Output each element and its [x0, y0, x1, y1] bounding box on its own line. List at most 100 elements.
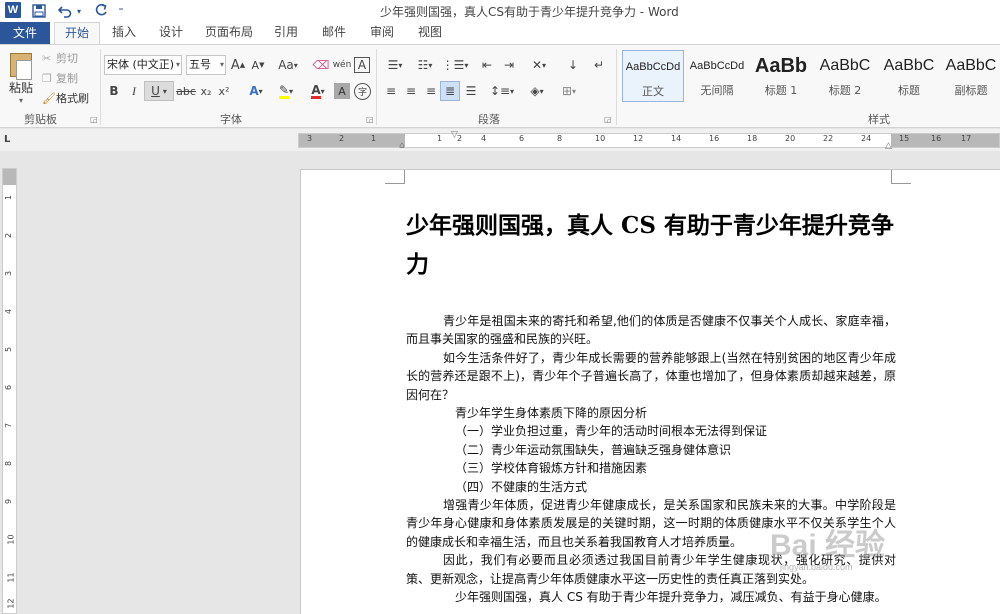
sort-icon[interactable]: ↓	[564, 55, 582, 75]
paragraph[interactable]: （二）青少年运动氛围缺失，普遍缺乏强身健体意识	[406, 441, 896, 459]
paragraph[interactable]: 青少年学生身体素质下降的原因分析	[406, 404, 896, 422]
shrink-font-button[interactable]: A ▼	[250, 55, 266, 75]
crop-mark	[891, 170, 911, 184]
strikethrough-icon: abc	[176, 84, 196, 98]
distributed-icon[interactable]: ☰	[462, 81, 480, 101]
tab-review[interactable]: 审阅	[362, 22, 402, 44]
tab-references[interactable]: 引用	[266, 22, 306, 44]
document-title[interactable]: 少年强则国强，真人 CS 有助于青少年提升竞争力	[406, 206, 896, 284]
hanging-indent-icon[interactable]: ⌂	[399, 141, 405, 151]
highlighter-icon: ✎	[278, 82, 290, 99]
style-heading-1[interactable]: AaBb 标题 1	[750, 50, 812, 102]
copy-button[interactable]: ❐ 复制	[42, 69, 78, 87]
paragraph[interactable]: 如今生活条件好了，青少年成长需要的营养能够跟上(当然在特别贫困的地区青少年成长的…	[406, 349, 896, 404]
style-normal[interactable]: AaBbCcDd 正文	[622, 50, 684, 102]
change-case-button[interactable]: Aa ▾	[274, 55, 302, 75]
grow-font-button[interactable]: A ▲	[230, 55, 246, 75]
clipboard-launcher-icon[interactable]: ◲	[90, 115, 98, 124]
undo-dropdown-icon[interactable]: ▾	[74, 2, 84, 20]
underline-button[interactable]: U ▾	[144, 81, 174, 101]
char-border-button[interactable]: A	[354, 57, 370, 73]
decrease-indent-icon[interactable]: ⇤	[478, 55, 496, 75]
tab-page-layout[interactable]: 页面布局	[200, 22, 258, 44]
enclose-char-button[interactable]: 字	[354, 83, 371, 100]
first-line-indent-icon[interactable]: ▽	[451, 130, 458, 140]
justify-icon[interactable]: ≣	[440, 81, 460, 101]
font-name-combo[interactable]: 宋体 (中文正) ▾	[104, 55, 182, 75]
watermark-url: jingyan.baidu.com	[780, 562, 853, 572]
tab-mailings[interactable]: 邮件	[314, 22, 354, 44]
right-indent-icon[interactable]: △	[885, 141, 892, 151]
tab-home[interactable]: 开始	[54, 22, 100, 45]
bold-button[interactable]: B	[106, 81, 122, 101]
italic-icon: I	[132, 83, 136, 98]
tab-view[interactable]: 视图	[410, 22, 450, 44]
save-icon[interactable]	[30, 2, 48, 20]
numbering-button[interactable]: ☷ ▾	[412, 55, 438, 75]
line-spacing-button[interactable]: ↕≡ ▾	[488, 81, 516, 101]
text-effects-icon: A	[249, 84, 259, 98]
show-marks-icon[interactable]: ↵	[590, 55, 608, 75]
clear-formatting-icon[interactable]: ⌫	[312, 55, 330, 75]
tab-design[interactable]: 设计	[150, 22, 192, 44]
align-right-icon[interactable]: ≡	[422, 81, 440, 101]
strikethrough-button[interactable]: abc	[176, 81, 196, 101]
increase-indent-icon[interactable]: ⇥	[500, 55, 518, 75]
subscript-button[interactable]: x₂	[198, 81, 214, 101]
tab-file[interactable]: 文件	[0, 22, 50, 44]
style-name: 标题 1	[764, 84, 798, 97]
paragraph[interactable]: （四）不健康的生活方式	[406, 478, 896, 496]
scissors-icon: ✂	[42, 51, 52, 65]
paragraph-launcher-icon[interactable]: ◲	[604, 115, 612, 124]
ruler-tick: 16	[931, 134, 942, 143]
ruler-tick: 16	[709, 134, 720, 143]
char-border-icon: A	[357, 58, 367, 72]
title-bar: W ▾ ⁼ 少年强则国强，真人CS有助于青少年提升竞争力 - Word	[0, 0, 1000, 22]
style-sample: AaBbC	[883, 57, 935, 74]
style-sample: AaBbCcDd	[689, 60, 745, 72]
paragraph[interactable]: （三）学校体育锻炼方针和措施因素	[406, 459, 896, 477]
style-heading-2[interactable]: AaBbC 标题 2	[814, 50, 876, 102]
ruler-tick: 3	[307, 134, 313, 143]
undo-icon[interactable]	[56, 2, 74, 20]
paste-button[interactable]: 粘贴 ▾	[4, 51, 38, 105]
font-launcher-icon[interactable]: ◲	[366, 115, 374, 124]
char-shading-button[interactable]: A	[334, 83, 350, 99]
chinese-layout-button[interactable]: ✕ ▾	[526, 55, 552, 75]
bullets-button[interactable]: ☰ ▾	[382, 55, 408, 75]
ribbon: 粘贴 ▾ ✂ 剪切 ❐ 复制 🖌 格式刷 剪贴板 ◲ 宋体 (中文正) ▾ 五号 ▾…	[0, 44, 1000, 128]
paragraph[interactable]: 少年强则国强，真人 CS 有助于青少年提升竞争力，减压减负、有益于身心健康。	[406, 588, 896, 606]
text-effects-button[interactable]: A ▾	[244, 81, 268, 101]
italic-button[interactable]: I	[126, 81, 142, 101]
format-painter-label: 格式刷	[56, 92, 89, 105]
format-painter-button[interactable]: 🖌 格式刷	[42, 89, 89, 107]
ruler-tick: 12	[6, 598, 16, 609]
borders-button[interactable]: ⊞ ▾	[556, 81, 582, 101]
tab-insert[interactable]: 插入	[104, 22, 144, 44]
highlight-button[interactable]: ✎ ▾	[272, 81, 300, 101]
ruler-bar: L 3 2 1 1 2 4 6 8 10 12 14 16 18 20 22 2…	[0, 129, 1000, 151]
align-center-icon[interactable]: ≡	[402, 81, 420, 101]
phonetic-guide-button[interactable]: wén	[332, 55, 352, 75]
tab-selector[interactable]: L	[4, 134, 16, 146]
redo-icon[interactable]	[92, 2, 110, 20]
font-name-value: 宋体 (中文正)	[107, 58, 175, 71]
paragraph[interactable]: （一）学业负担过重，青少年的活动时间根本无法得到保证	[406, 422, 896, 440]
shading-button[interactable]: ◈ ▾	[524, 81, 550, 101]
font-color-button[interactable]: A ▾	[304, 81, 332, 101]
ruler-tick: 11	[6, 572, 16, 583]
style-no-spacing[interactable]: AaBbCcDd 无间隔	[686, 50, 748, 102]
superscript-button[interactable]: x²	[216, 81, 232, 101]
cut-button[interactable]: ✂ 剪切	[42, 49, 78, 67]
vertical-ruler[interactable]: 1 2 3 4 5 6 7 8 9 10 11 12	[2, 168, 17, 614]
style-subtitle[interactable]: AaBbC 副标题	[940, 50, 1000, 102]
align-left-icon[interactable]: ≡	[382, 81, 400, 101]
customize-quick-access-icon[interactable]: ⁼	[114, 2, 128, 20]
paragraph[interactable]: 青少年是祖国未来的寄托和希望,他们的体质是否健康不仅事关个人成长、家庭幸福，而且…	[406, 312, 896, 349]
font-size-combo[interactable]: 五号 ▾	[186, 55, 226, 75]
style-title[interactable]: AaBbC 标题	[878, 50, 940, 102]
multilevel-list-button[interactable]: ⋮☰ ▾	[442, 55, 469, 75]
clipboard-icon	[10, 53, 32, 80]
ruler-tick: 4	[481, 134, 487, 143]
horizontal-ruler[interactable]: 3 2 1 1 2 4 6 8 10 12 14 16 18 20 22 24 …	[298, 130, 1000, 151]
